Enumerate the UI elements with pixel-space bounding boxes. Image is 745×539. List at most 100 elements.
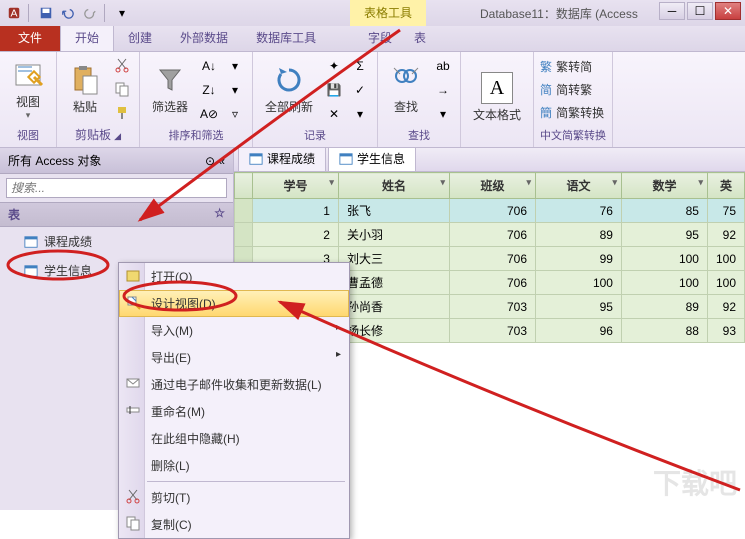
cell[interactable]: 706 [450,271,536,295]
clear-sort-icon[interactable]: A⊘ [198,103,220,125]
cell[interactable]: 75 [707,199,744,223]
paste-button[interactable]: 粘贴 [63,62,107,117]
tab-external-data[interactable]: 外部数据 [166,24,242,51]
cell[interactable]: 95 [621,223,707,247]
object-tab-student-info[interactable]: 学生信息 [328,148,416,171]
tab-db-tools[interactable]: 数据库工具 [242,24,330,51]
column-header[interactable]: 英 [707,173,744,199]
simp-to-trad-button[interactable]: 繁繁转简 [540,57,604,76]
chevron-down-icon[interactable]: ⊙ « [205,154,225,168]
save-record-icon[interactable]: 💾 [323,79,345,101]
select-icon[interactable]: ▾ [432,103,454,125]
nav-group-tables[interactable]: 表☆ [0,202,233,227]
filter-button[interactable]: 筛选器 [146,62,194,117]
cell[interactable]: 张飞 [338,199,449,223]
cell[interactable]: 95 [536,295,622,319]
cell[interactable]: 孙尚香 [338,295,449,319]
cell[interactable]: 703 [450,295,536,319]
cm-open[interactable]: 打开(O) [119,263,349,290]
cell[interactable]: 703 [450,319,536,343]
more-icon[interactable]: ▾ [349,103,371,125]
tab-start[interactable]: 开始 [60,23,114,51]
cell[interactable]: 706 [450,199,536,223]
tab-field[interactable]: 字段 [354,24,406,51]
text-format-button[interactable]: A 文本格式 [467,70,527,125]
cut-icon[interactable] [111,54,133,76]
cell[interactable]: 曹孟德 [338,271,449,295]
cm-delete[interactable]: 删除(L) [119,452,349,479]
cell[interactable]: 76 [536,199,622,223]
object-tab-course-grades[interactable]: 课程成绩 [238,148,326,171]
close-button[interactable]: ✕ [715,2,741,20]
cell[interactable]: 706 [450,247,536,271]
new-record-icon[interactable]: ✦ [323,55,345,77]
cell[interactable]: 2 [253,223,339,247]
cell[interactable]: 1 [253,199,339,223]
column-header[interactable]: 语文▾ [536,173,622,199]
cell[interactable]: 96 [536,319,622,343]
column-header[interactable]: 数学▾ [621,173,707,199]
cell[interactable]: 92 [707,223,744,247]
cell[interactable]: 关小羽 [338,223,449,247]
maximize-button[interactable]: ☐ [687,2,713,20]
tab-create[interactable]: 创建 [114,24,166,51]
tab-file[interactable]: 文件 [0,24,60,51]
table-row[interactable]: 1张飞706768575 [235,199,745,223]
cm-hide[interactable]: 在此组中隐藏(H) [119,425,349,452]
cell[interactable]: 99 [536,247,622,271]
sort-asc-icon[interactable]: A↓ [198,55,220,77]
cell[interactable]: 85 [621,199,707,223]
nav-search-input[interactable] [6,178,227,198]
replace-icon[interactable]: ab [432,55,454,77]
find-button[interactable]: 查找 [384,62,428,117]
cell[interactable] [235,223,253,247]
cm-copy[interactable]: 复制(C) [119,511,349,538]
format-painter-icon[interactable] [111,102,133,124]
cm-export[interactable]: 导出(E)▸ [119,344,349,371]
selection-filter-icon[interactable]: ▾ [224,55,246,77]
cell[interactable]: 93 [707,319,744,343]
cm-design-view[interactable]: 设计视图(D) [119,290,349,317]
sort-desc-icon[interactable]: Z↓ [198,79,220,101]
cm-email-collect[interactable]: 通过电子邮件收集和更新数据(L) [119,371,349,398]
nav-item-course-grades[interactable]: 课程成绩 [0,227,233,256]
cm-cut[interactable]: 剪切(T) [119,484,349,511]
cell[interactable]: 100 [707,247,744,271]
save-icon[interactable] [36,3,56,23]
cell[interactable]: 100 [707,271,744,295]
table-row[interactable]: 2关小羽706899592 [235,223,745,247]
cell[interactable]: 100 [621,271,707,295]
trad-to-simp-button[interactable]: 简简转繁 [540,80,604,99]
cell[interactable]: 92 [707,295,744,319]
delete-record-icon[interactable]: ✕ [323,103,345,125]
cm-rename[interactable]: 重命名(M) [119,398,349,425]
cm-import[interactable]: 导入(M)▸ [119,317,349,344]
tab-table[interactable]: 表 [400,24,440,51]
cell[interactable]: 100 [536,271,622,295]
minimize-button[interactable]: ─ [659,2,685,20]
nav-header[interactable]: 所有 Access 对象 ⊙ « [0,148,233,174]
column-header[interactable]: 班级▾ [450,173,536,199]
cell[interactable]: 刘大三 [338,247,449,271]
cell[interactable]: 杨长修 [338,319,449,343]
cell[interactable]: 89 [621,295,707,319]
column-header[interactable]: 姓名▾ [338,173,449,199]
cell[interactable]: 88 [621,319,707,343]
simp-trad-convert-button[interactable]: 簡简繁转换 [540,103,604,122]
qat-customize-icon[interactable]: ▾ [112,3,132,23]
spelling-icon[interactable]: ✓ [349,79,371,101]
advanced-filter-icon[interactable]: ▾ [224,79,246,101]
totals-icon[interactable]: Σ [349,55,371,77]
goto-icon[interactable]: → [432,79,454,101]
copy-icon[interactable] [111,78,133,100]
cell[interactable]: 100 [621,247,707,271]
refresh-all-button[interactable]: 全部刷新 [259,62,319,117]
cell[interactable] [235,199,253,223]
toggle-filter-icon[interactable]: ▿ [224,103,246,125]
cell[interactable]: 706 [450,223,536,247]
view-button[interactable]: 视图 ▾ [6,57,50,123]
undo-icon[interactable] [58,3,78,23]
column-header[interactable]: 学号▾ [253,173,339,199]
cell[interactable]: 89 [536,223,622,247]
redo-icon[interactable] [80,3,100,23]
